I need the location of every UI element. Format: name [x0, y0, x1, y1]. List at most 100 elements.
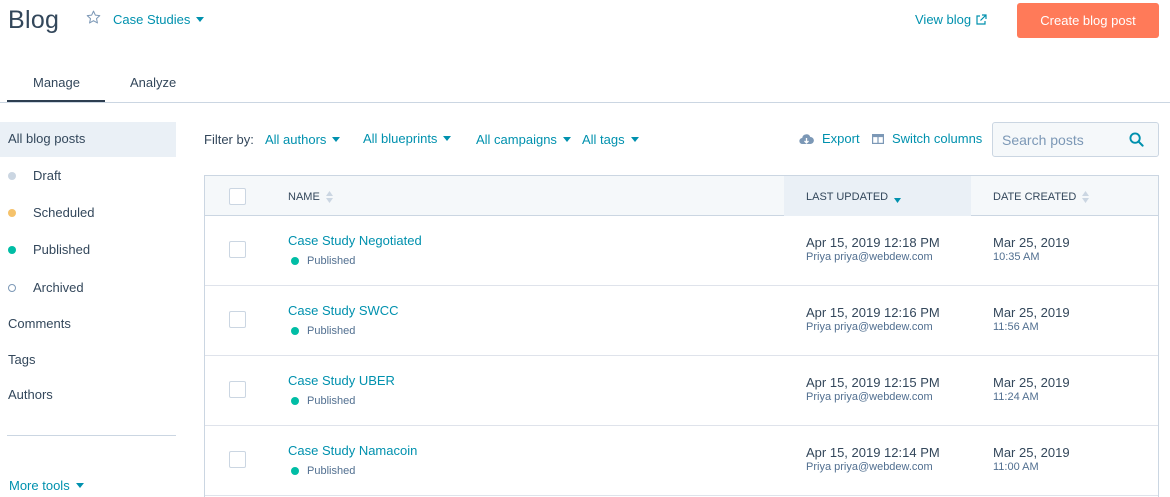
time-created: 10:35 AM	[993, 251, 1040, 263]
published-status-dot-icon	[8, 245, 16, 254]
search-icon[interactable]	[1129, 132, 1144, 147]
table-row: Case Study Namacoin Published Apr 15, 20…	[205, 426, 1158, 496]
date-created: Mar 25, 2019	[993, 235, 1070, 250]
sort-descending-icon	[894, 198, 902, 203]
column-header-date-created[interactable]: DATE CREATED	[993, 191, 1090, 203]
date-created: Mar 25, 2019	[993, 305, 1070, 320]
table-row: Case Study UBER Published Apr 15, 2019 1…	[205, 356, 1158, 426]
external-link-icon	[976, 13, 987, 25]
search-input[interactable]	[993, 123, 1128, 156]
filter-authors-dropdown[interactable]: All authors	[265, 132, 341, 147]
post-title-link[interactable]: Case Study UBER	[288, 373, 395, 388]
last-updated-by: Priya priya@webdew.com	[806, 251, 933, 263]
sidebar-item-published[interactable]: Published	[8, 242, 90, 257]
sidebar-item-comments[interactable]: Comments	[8, 316, 71, 331]
sidebar-item-authors[interactable]: Authors	[8, 387, 53, 402]
post-status-label: Published	[307, 325, 356, 337]
search-box	[992, 122, 1159, 157]
sidebar-item-label: Draft	[33, 168, 62, 183]
post-title-link[interactable]: Case Study SWCC	[288, 303, 399, 318]
export-label: Export	[822, 131, 860, 146]
caret-down-icon	[562, 137, 571, 142]
sidebar-item-label: All blog posts	[8, 131, 86, 146]
more-tools-dropdown[interactable]: More tools	[9, 478, 84, 493]
sidebar-item-label: Published	[33, 242, 91, 257]
row-checkbox[interactable]	[229, 381, 246, 398]
sidebar-item-tags[interactable]: Tags	[8, 352, 35, 367]
column-header-label: LAST UPDATED	[806, 191, 889, 203]
time-created: 11:00 AM	[993, 461, 1039, 473]
tab-analyze[interactable]: Analyze	[130, 75, 176, 90]
tab-manage[interactable]: Manage	[8, 75, 105, 90]
column-header-last-updated[interactable]: LAST UPDATED	[806, 191, 902, 203]
sidebar-divider	[7, 435, 176, 436]
last-updated-date: Apr 15, 2019 12:15 PM	[806, 375, 940, 390]
caret-down-icon	[75, 483, 84, 488]
row-checkbox[interactable]	[229, 241, 246, 258]
sidebar-item-draft[interactable]: Draft	[8, 168, 61, 183]
post-status: Published	[291, 465, 355, 477]
last-updated-date: Apr 15, 2019 12:14 PM	[806, 445, 940, 460]
sort-icon	[325, 191, 333, 203]
sidebar-item-label: Scheduled	[33, 205, 95, 220]
table-row: Case Study Negotiated Published Apr 15, …	[205, 216, 1158, 286]
switch-columns-label: Switch columns	[892, 131, 983, 146]
filter-blueprints-label: All blueprints	[363, 131, 438, 146]
view-blog-link[interactable]: View blog	[915, 12, 987, 27]
time-created: 11:24 AM	[993, 391, 1039, 403]
create-blog-post-button[interactable]: Create blog post	[1017, 3, 1159, 38]
filter-tags-dropdown[interactable]: All tags	[582, 132, 639, 147]
caret-down-icon	[332, 137, 341, 142]
sidebar-item-label: Archived	[33, 280, 84, 295]
published-dot-icon	[291, 397, 299, 405]
sidebar-item-label: Authors	[8, 387, 53, 402]
sidebar-item-label: Tags	[8, 352, 36, 367]
archived-status-dot-icon	[8, 283, 16, 292]
filter-authors-label: All authors	[265, 132, 327, 147]
sidebar-item-all-blog-posts[interactable]: All blog posts	[8, 131, 85, 146]
select-all-checkbox[interactable]	[229, 188, 246, 205]
filter-blueprints-dropdown[interactable]: All blueprints	[363, 131, 452, 146]
scheduled-status-dot-icon	[8, 208, 16, 217]
column-header-label: DATE CREATED	[993, 191, 1077, 203]
post-status-label: Published	[307, 395, 356, 407]
post-title-link[interactable]: Case Study Namacoin	[288, 443, 417, 458]
row-checkbox[interactable]	[229, 311, 246, 328]
cloud-download-icon	[799, 133, 814, 144]
caret-down-icon	[443, 136, 452, 141]
column-header-name[interactable]: NAME	[288, 191, 333, 203]
page-title: Blog	[8, 6, 60, 34]
post-status: Published	[291, 255, 355, 267]
table-header: NAME LAST UPDATED DATE CREATED	[205, 176, 1158, 216]
time-created: 11:56 AM	[993, 321, 1039, 333]
post-title-link[interactable]: Case Study Negotiated	[288, 233, 422, 248]
sidebar-item-label: Comments	[8, 316, 71, 331]
columns-icon	[872, 133, 884, 144]
blog-selector-dropdown[interactable]: Case Studies	[113, 12, 205, 27]
filter-campaigns-dropdown[interactable]: All campaigns	[476, 132, 571, 147]
sidebar-item-archived[interactable]: Archived	[8, 280, 84, 295]
column-header-label: NAME	[288, 191, 320, 203]
blog-posts-table: NAME LAST UPDATED DATE CREATED Case Stud…	[204, 175, 1159, 497]
post-status: Published	[291, 395, 355, 407]
filter-tags-label: All tags	[582, 132, 625, 147]
more-tools-label: More tools	[9, 478, 70, 493]
date-created: Mar 25, 2019	[993, 375, 1070, 390]
export-button[interactable]: Export	[799, 131, 860, 146]
row-checkbox[interactable]	[229, 451, 246, 468]
draft-status-dot-icon	[8, 171, 16, 180]
last-updated-by: Priya priya@webdew.com	[806, 461, 933, 473]
sidebar-item-scheduled[interactable]: Scheduled	[8, 205, 94, 220]
last-updated-by: Priya priya@webdew.com	[806, 391, 933, 403]
filter-campaigns-label: All campaigns	[476, 132, 557, 147]
star-icon[interactable]	[86, 10, 101, 25]
caret-down-icon	[630, 137, 639, 142]
published-dot-icon	[291, 257, 299, 265]
post-status-label: Published	[307, 465, 356, 477]
filter-by-label: Filter by:	[204, 132, 254, 147]
post-status: Published	[291, 325, 355, 337]
last-updated-by: Priya priya@webdew.com	[806, 321, 933, 333]
view-blog-label: View blog	[915, 12, 972, 27]
switch-columns-button[interactable]: Switch columns	[872, 131, 982, 146]
table-row: Case Study SWCC Published Apr 15, 2019 1…	[205, 286, 1158, 356]
